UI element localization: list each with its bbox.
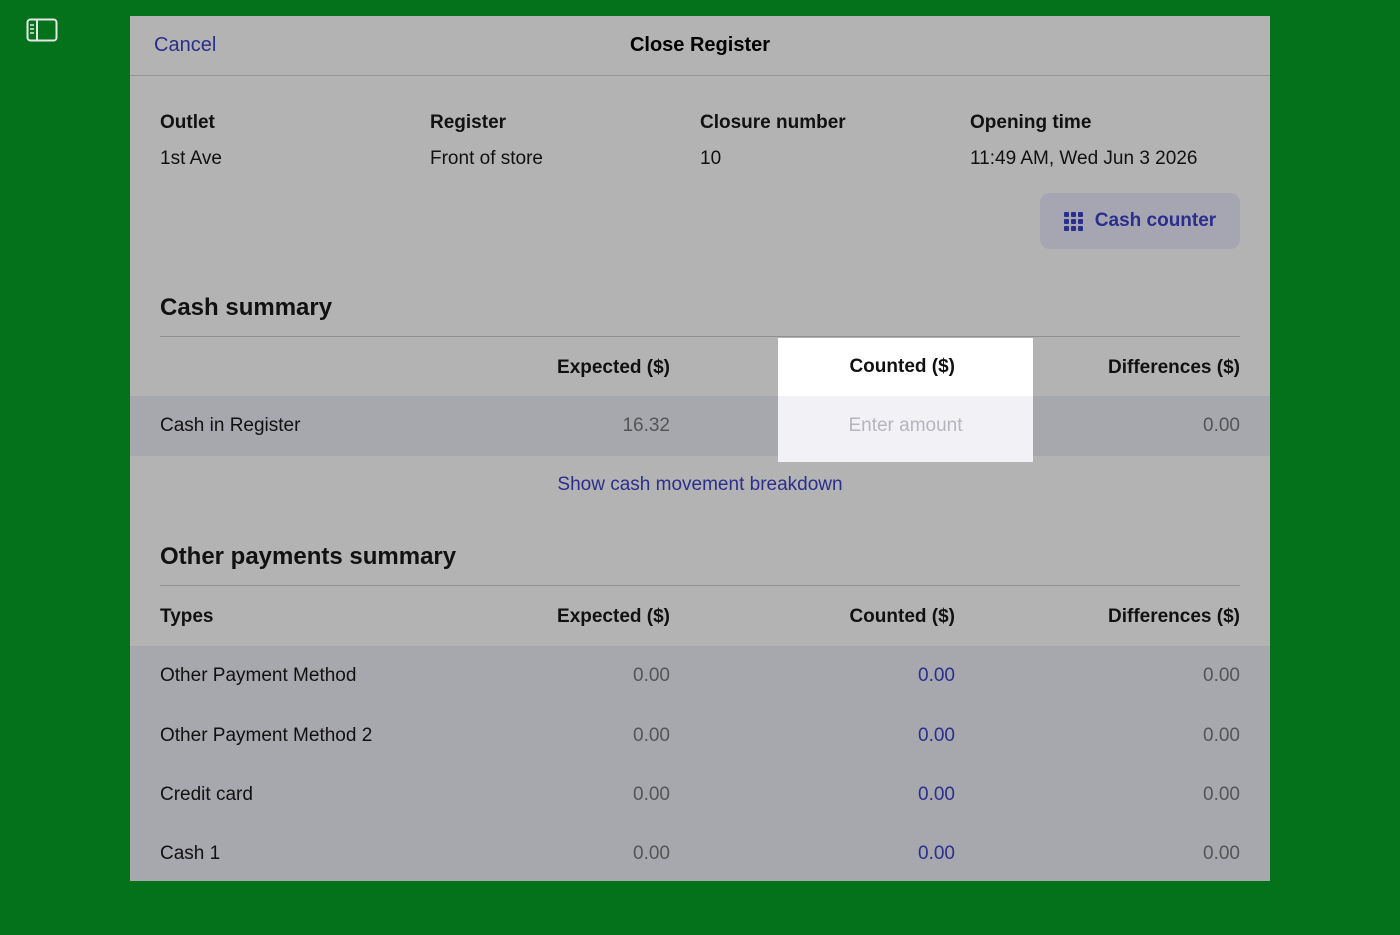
outlet-info: Outlet 1st Ave — [160, 112, 222, 170]
register-info-col: Register Front of store — [430, 112, 543, 170]
counted-amount-input[interactable] — [778, 396, 1033, 456]
modal-title: Close Register — [629, 34, 771, 56]
payment-counted-input[interactable]: 0.00 — [918, 706, 955, 766]
expected-header: Expected ($) — [557, 606, 670, 627]
cash-counter-label: Cash counter — [1094, 210, 1217, 231]
types-header: Types — [160, 606, 214, 627]
cash-row-name: Cash in Register — [160, 415, 301, 436]
payment-expected: 0.00 — [633, 784, 670, 805]
outlet-label: Outlet — [160, 112, 215, 133]
grid-icon — [1063, 211, 1083, 231]
cash-counter-button[interactable]: Cash counter — [1040, 193, 1240, 249]
payment-type-name: Cash 1 — [160, 843, 221, 864]
table-row: Cash 1 0.00 0.00 0.00 — [130, 824, 1270, 881]
cash-row-expected: 16.32 — [622, 415, 670, 436]
register-value: Front of store — [430, 148, 543, 169]
payment-expected: 0.00 — [633, 725, 670, 746]
payment-type-name: Other Payment Method — [160, 665, 357, 686]
payment-type-name: Credit card — [160, 784, 253, 805]
payment-type-name: Other Payment Method 2 — [160, 725, 373, 746]
cash-row-difference: 0.00 — [1203, 415, 1240, 436]
payment-counted-input[interactable]: 0.00 — [918, 765, 955, 825]
payment-difference: 0.00 — [1203, 725, 1240, 746]
table-row: Credit card 0.00 0.00 0.00 — [130, 765, 1270, 825]
opening-value: 11:49 AM, Wed Jun 3 2026 — [970, 148, 1198, 169]
closure-info: Closure number 10 — [700, 112, 846, 170]
modal-header: Cancel Close Register — [130, 16, 1270, 76]
close-register-modal: Cancel Close Register Outlet 1st Ave Reg… — [130, 16, 1270, 881]
payment-difference: 0.00 — [1203, 784, 1240, 805]
opening-label: Opening time — [970, 112, 1092, 133]
payment-counted-input[interactable]: 0.00 — [918, 646, 955, 706]
payment-difference: 0.00 — [1203, 665, 1240, 686]
table-row: Other Payment Method 0.00 0.00 0.00 — [130, 646, 1270, 706]
closure-label: Closure number — [700, 112, 846, 133]
differences-header: Differences ($) — [1108, 357, 1240, 378]
outlet-value: 1st Ave — [160, 148, 222, 169]
counted-header: Counted ($) — [849, 606, 955, 627]
sidebar-toggle-icon[interactable] — [26, 18, 58, 42]
show-cash-movement-link[interactable]: Show cash movement breakdown — [130, 474, 1270, 496]
cash-summary-title: Cash summary — [160, 294, 333, 321]
other-payments-title: Other payments summary — [160, 543, 457, 570]
opening-info: Opening time 11:49 AM, Wed Jun 3 2026 — [970, 112, 1197, 170]
table-row: Other Payment Method 2 0.00 0.00 0.00 — [130, 706, 1270, 766]
closure-value: 10 — [700, 148, 722, 169]
payment-expected: 0.00 — [633, 665, 670, 686]
register-label: Register — [430, 112, 507, 133]
payment-expected: 0.00 — [633, 843, 670, 864]
register-info: Outlet 1st Ave Register Front of store C… — [160, 112, 1240, 172]
cash-summary-header-row: Expected ($) Differences ($) — [130, 338, 1270, 398]
counted-header: Counted ($) — [849, 356, 955, 377]
cash-in-register-row: Cash in Register 16.32 0.00 — [130, 396, 1270, 456]
payment-counted-input[interactable]: 0.00 — [918, 824, 955, 881]
differences-header: Differences ($) — [1108, 606, 1240, 627]
expected-header: Expected ($) — [557, 357, 670, 378]
other-payments-header-row: Types Expected ($) Counted ($) Differenc… — [130, 587, 1270, 647]
payment-difference: 0.00 — [1203, 843, 1240, 864]
cash-summary-divider — [160, 336, 1240, 337]
other-payments-divider — [160, 585, 1240, 586]
